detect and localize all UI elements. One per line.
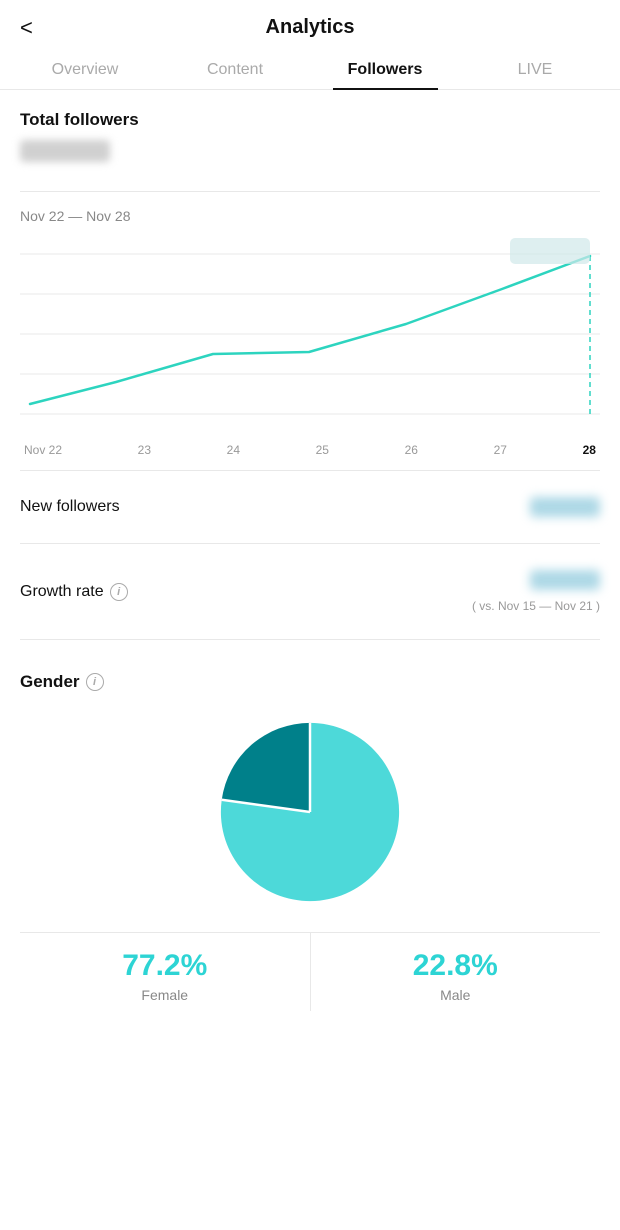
tab-bar: Overview Content Followers LIVE bbox=[0, 49, 620, 90]
male-stat: 22.8% Male bbox=[311, 933, 601, 1011]
followers-chart: Nov 22 23 24 25 26 27 28 bbox=[20, 234, 600, 454]
growth-rate-value bbox=[530, 570, 600, 590]
gender-pie-container bbox=[20, 712, 600, 912]
gender-stats: 77.2% Female 22.8% Male bbox=[20, 932, 600, 1011]
tab-followers[interactable]: Followers bbox=[310, 49, 460, 89]
x-label-24: 24 bbox=[227, 443, 240, 457]
page-title: Analytics bbox=[266, 16, 355, 39]
growth-rate-vs-text: ( vs. Nov 15 — Nov 21 ) bbox=[472, 599, 600, 613]
x-label-27: 27 bbox=[494, 443, 507, 457]
gender-title: Gender i bbox=[20, 672, 600, 692]
x-label-nov22: Nov 22 bbox=[24, 443, 62, 457]
chart-line bbox=[30, 256, 590, 404]
gender-section: Gender i 77.2% bbox=[0, 656, 620, 1027]
growth-rate-row: Growth rate i ( vs. Nov 15 — Nov 21 ) bbox=[20, 560, 600, 623]
divider-1 bbox=[20, 191, 600, 192]
main-content: Total followers Nov 22 — Nov 28 Nov 22 2… bbox=[0, 90, 620, 640]
male-label: Male bbox=[311, 987, 601, 1003]
new-followers-value bbox=[530, 497, 600, 517]
x-label-26: 26 bbox=[405, 443, 418, 457]
growth-rate-right: ( vs. Nov 15 — Nov 21 ) bbox=[472, 570, 600, 613]
x-axis: Nov 22 23 24 25 26 27 28 bbox=[20, 439, 600, 457]
female-stat: 77.2% Female bbox=[20, 933, 311, 1011]
growth-rate-label: Growth rate i bbox=[20, 583, 128, 601]
chart-svg bbox=[20, 234, 600, 434]
divider-2 bbox=[20, 470, 600, 471]
gender-info-icon[interactable]: i bbox=[86, 673, 104, 691]
pie-male-slice bbox=[222, 723, 310, 812]
header: < Analytics bbox=[0, 0, 620, 49]
divider-3 bbox=[20, 543, 600, 544]
x-label-23: 23 bbox=[138, 443, 151, 457]
x-label-28: 28 bbox=[583, 443, 596, 457]
male-percentage: 22.8% bbox=[311, 949, 601, 983]
tab-content[interactable]: Content bbox=[160, 49, 310, 89]
date-range-label: Nov 22 — Nov 28 bbox=[20, 208, 600, 224]
back-button[interactable]: < bbox=[20, 15, 33, 41]
x-label-25: 25 bbox=[316, 443, 329, 457]
tab-live[interactable]: LIVE bbox=[460, 49, 610, 89]
gender-pie-chart bbox=[210, 712, 410, 912]
new-followers-row: New followers bbox=[20, 487, 600, 527]
total-followers-value bbox=[20, 140, 110, 162]
total-followers-label: Total followers bbox=[20, 110, 600, 130]
female-label: Female bbox=[20, 987, 310, 1003]
new-followers-label: New followers bbox=[20, 498, 120, 516]
chart-tooltip-bg bbox=[510, 238, 590, 264]
growth-rate-info-icon[interactable]: i bbox=[110, 583, 128, 601]
female-percentage: 77.2% bbox=[20, 949, 310, 983]
tab-overview[interactable]: Overview bbox=[10, 49, 160, 89]
divider-4 bbox=[20, 639, 600, 640]
